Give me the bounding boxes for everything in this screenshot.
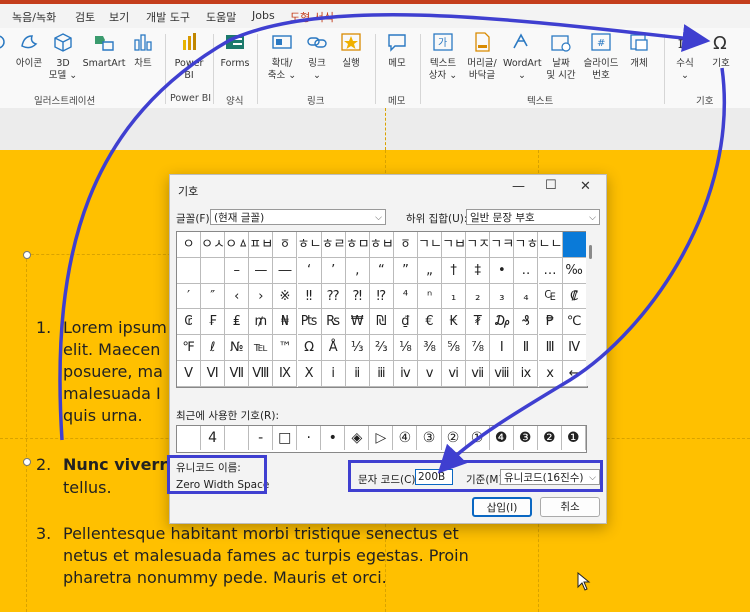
arrow-to-symbol-button: [58, 13, 711, 441]
annotation-arrows: [58, 13, 727, 474]
arrow-to-char-code: [437, 67, 727, 474]
